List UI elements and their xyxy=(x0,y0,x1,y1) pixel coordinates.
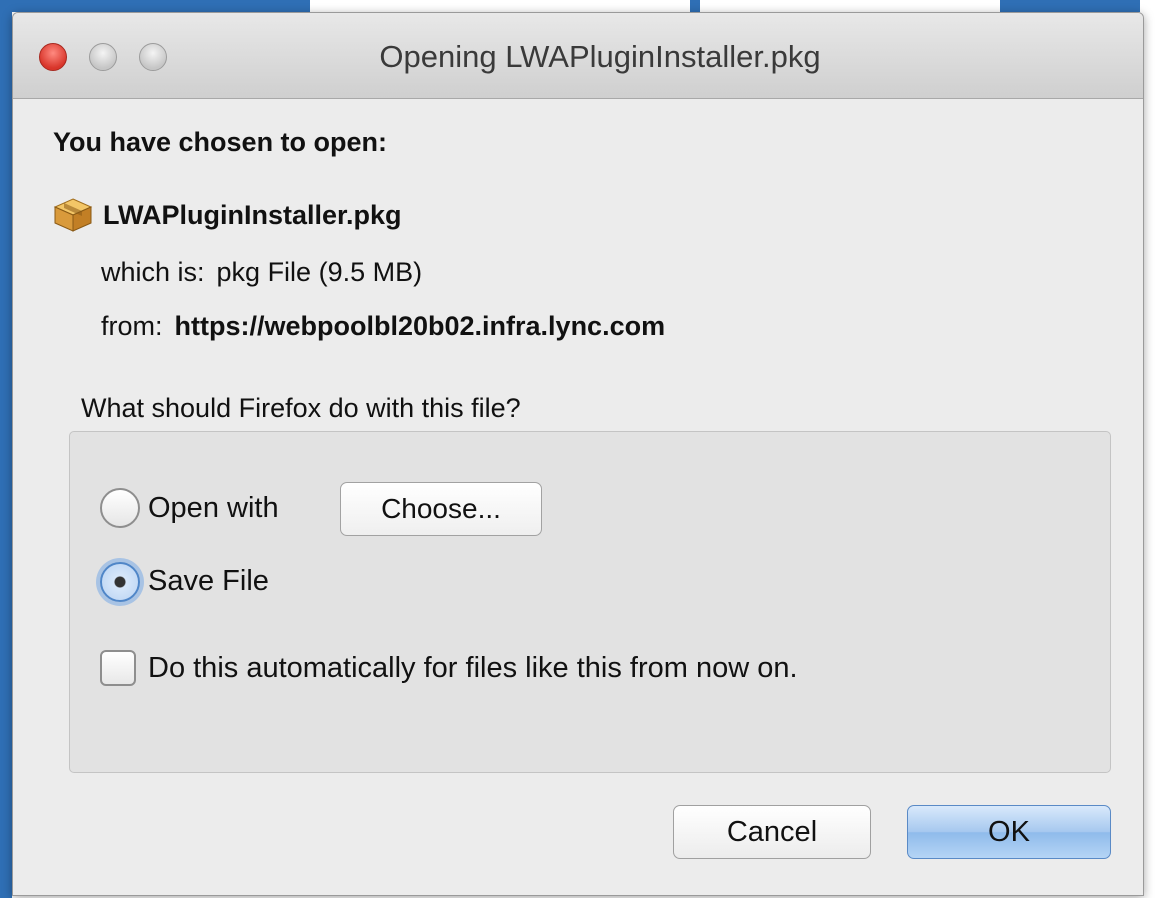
title-bar[interactable]: Opening LWAPluginInstaller.pkg xyxy=(13,13,1143,99)
file-source-url: https://webpoolbl20b02.infra.lync.com xyxy=(174,311,666,341)
choose-app-button[interactable]: Choose... xyxy=(340,482,542,536)
ok-button[interactable]: OK xyxy=(907,805,1111,859)
dialog-intro: You have chosen to open: xyxy=(53,127,388,157)
background-page-element xyxy=(690,0,700,12)
file-source-line: from: https://webpoolbl20b02.infra.lync.c… xyxy=(101,311,665,342)
auto-action-checkbox[interactable] xyxy=(100,650,136,686)
background-page-edge xyxy=(0,0,12,898)
file-name: LWAPluginInstaller.pkg xyxy=(103,199,402,230)
background-page-element xyxy=(1000,0,1140,12)
save-file-radio[interactable] xyxy=(100,562,140,602)
open-with-radio[interactable] xyxy=(100,488,140,528)
open-with-label[interactable]: Open with xyxy=(148,492,279,525)
download-dialog: Opening LWAPluginInstaller.pkg You have … xyxy=(12,12,1144,896)
file-type-line: which is: pkg File (9.5 MB) xyxy=(101,257,422,288)
file-type-label: which is: xyxy=(101,257,205,287)
action-options-group: Open with Choose... Save File Do this au… xyxy=(69,431,1111,773)
action-question: What should Firefox do with this file? xyxy=(81,393,521,423)
package-icon xyxy=(53,198,93,232)
window-title: Opening LWAPluginInstaller.pkg xyxy=(379,39,821,74)
save-file-label[interactable]: Save File xyxy=(148,565,269,598)
file-type-value: pkg File (9.5 MB) xyxy=(216,257,423,287)
cancel-button[interactable]: Cancel xyxy=(673,805,871,859)
file-row: LWAPluginInstaller.pkg xyxy=(53,197,402,233)
auto-action-label[interactable]: Do this automatically for files like thi… xyxy=(148,652,798,685)
file-source-label: from: xyxy=(101,311,163,341)
background-page-element xyxy=(0,0,310,12)
